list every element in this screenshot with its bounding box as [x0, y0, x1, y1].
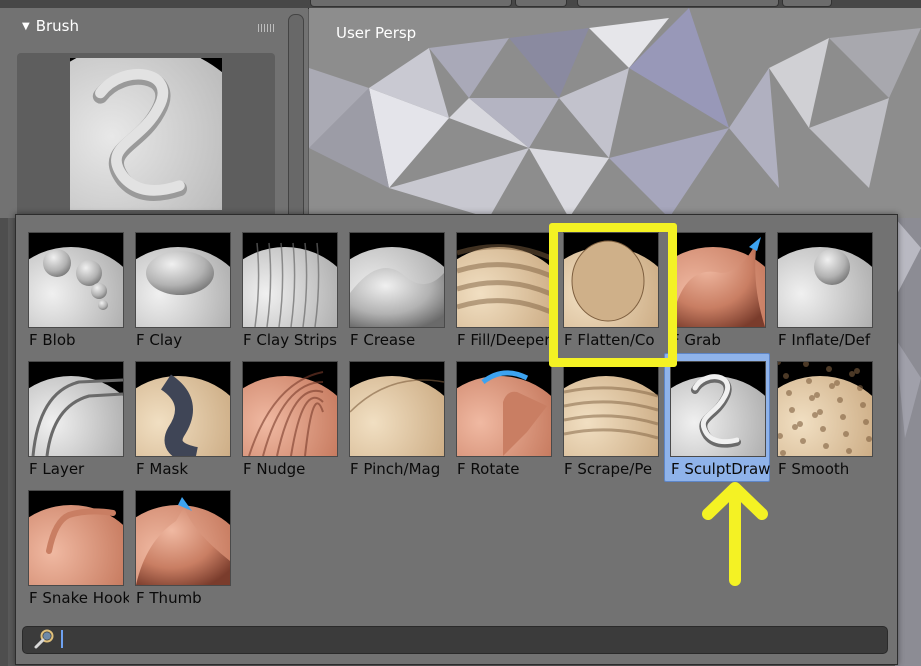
- brush-thumbnail-thumb[interactable]: [135, 490, 231, 586]
- up-arrow-annotation: [702, 482, 768, 586]
- brush-thumbnail-layer[interactable]: [28, 361, 124, 457]
- viewport-edge[interactable]: [895, 218, 921, 666]
- brush-label: F Nudge: [243, 460, 306, 478]
- brush-search-input[interactable]: [22, 626, 888, 654]
- viewport-perspective-label: User Persp: [336, 24, 417, 42]
- brush-tile-clay[interactable]: F Clay: [122, 214, 231, 349]
- brush-thumbnail-clay[interactable]: [135, 232, 231, 328]
- brush-thumbnail-pinch-magnify[interactable]: [349, 361, 445, 457]
- brush-thumbnail-mask[interactable]: [135, 361, 231, 457]
- brush-label: F Thumb: [136, 589, 202, 607]
- brush-panel-title: Brush: [35, 17, 79, 35]
- brush-label: F Pinch/Mag: [350, 460, 441, 478]
- highlight-annotation: [549, 223, 677, 367]
- header-button[interactable]: [515, 0, 567, 7]
- brush-tile-smooth[interactable]: F Smooth: [764, 343, 873, 478]
- brush-label: F Rotate: [457, 460, 520, 478]
- header-button[interactable]: [782, 0, 832, 7]
- brush-preview-image[interactable]: [70, 58, 222, 210]
- panel-scrollbar[interactable]: [288, 14, 304, 221]
- header-dropdown[interactable]: [310, 0, 512, 7]
- brush-tile-pinch-magnify[interactable]: F Pinch/Mag: [336, 343, 445, 478]
- brush-tile-snake-hook[interactable]: F Snake Hook: [15, 472, 129, 607]
- brush-thumbnail-grab[interactable]: [670, 232, 766, 328]
- brush-label: F SculptDraw: [671, 460, 771, 478]
- brush-thumbnail-smooth[interactable]: [777, 361, 873, 457]
- brush-thumbnail-blob[interactable]: [28, 232, 124, 328]
- brush-tile-clay-strips[interactable]: F Clay Strips: [229, 214, 338, 349]
- brush-thumbnail-snake-hook[interactable]: [28, 490, 124, 586]
- brush-thumbnail-sculpt-draw[interactable]: [670, 361, 766, 457]
- header-dropdown[interactable]: [577, 0, 779, 7]
- brush-thumbnail-rotate[interactable]: [456, 361, 552, 457]
- brush-label: F Smooth: [778, 460, 850, 478]
- collapse-triangle-icon[interactable]: ▼: [22, 21, 30, 32]
- text-caret: [61, 630, 63, 648]
- brush-thumbnail-crease[interactable]: [349, 232, 445, 328]
- brush-tile-thumb[interactable]: F Thumb: [122, 472, 231, 607]
- brush-tile-rotate[interactable]: F Rotate: [443, 343, 552, 478]
- brush-thumbnail-nudge[interactable]: [242, 361, 338, 457]
- brush-tile-mask[interactable]: F Mask: [122, 343, 231, 478]
- brush-thumbnail-clay-strips[interactable]: [242, 232, 338, 328]
- magnifier-icon: [34, 629, 54, 649]
- brush-label: F Scrape/Pe: [564, 460, 653, 478]
- brush-tile-inflate-deflate[interactable]: F Inflate/Def: [764, 214, 873, 349]
- brush-label: F Snake Hook: [29, 589, 129, 607]
- brush-thumbnail-fill-deepen[interactable]: [456, 232, 552, 328]
- brush-thumbnail-inflate-deflate[interactable]: [777, 232, 873, 328]
- brush-panel-header[interactable]: ▼ Brush: [22, 17, 79, 35]
- brush-tile-blob[interactable]: F Blob: [15, 214, 124, 349]
- brush-tile-layer[interactable]: F Layer: [15, 343, 124, 478]
- brush-tile-fill-deepen[interactable]: F Fill/Deeper: [443, 214, 552, 349]
- brush-tile-nudge[interactable]: F Nudge: [229, 343, 338, 478]
- brush-thumbnail-scrape-peaks[interactable]: [563, 361, 659, 457]
- panel-drag-grip-icon[interactable]: [258, 24, 274, 32]
- brush-tile-crease[interactable]: F Crease: [336, 214, 445, 349]
